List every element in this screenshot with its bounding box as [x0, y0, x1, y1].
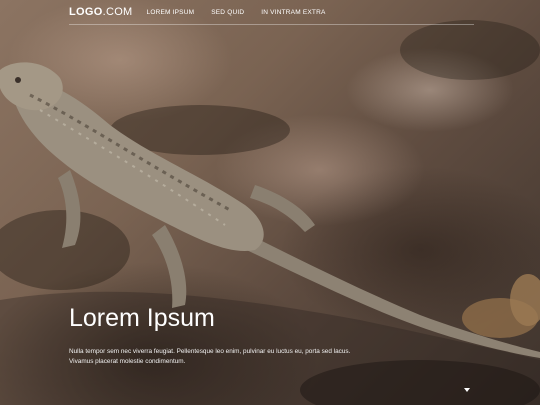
hero-title: Lorem Ipsum — [69, 304, 215, 332]
nav-link-lorem-ipsum[interactable]: LOREM IPSUM — [147, 9, 195, 16]
nav-link-sed-quid[interactable]: SED QUID — [211, 9, 244, 16]
lizard-on-rock-photo — [0, 20, 540, 405]
nav-link-in-vintram-extra[interactable]: IN VINTRAM EXTRA — [261, 9, 325, 16]
hero-description-line-1: Nulla tempor sem nec viverra feugiat. Pe… — [69, 348, 351, 355]
hero-description: Nulla tempor sem nec viverra feugiat. Pe… — [69, 347, 389, 367]
logo-main-text: LOGO — [69, 6, 103, 18]
hero-description-line-2: Vivamus placerat molestie condimentum. — [69, 358, 186, 365]
hero-background — [0, 0, 540, 405]
top-nav-bar: LOGO.COM LOREM IPSUM SED QUID IN VINTRAM… — [69, 0, 474, 25]
logo-suffix-text: .COM — [102, 6, 133, 18]
main-nav: LOREM IPSUM SED QUID IN VINTRAM EXTRA — [147, 9, 326, 16]
scroll-down-button[interactable] — [463, 386, 471, 394]
site-logo[interactable]: LOGO.COM — [69, 6, 133, 18]
caret-down-icon — [464, 388, 470, 392]
